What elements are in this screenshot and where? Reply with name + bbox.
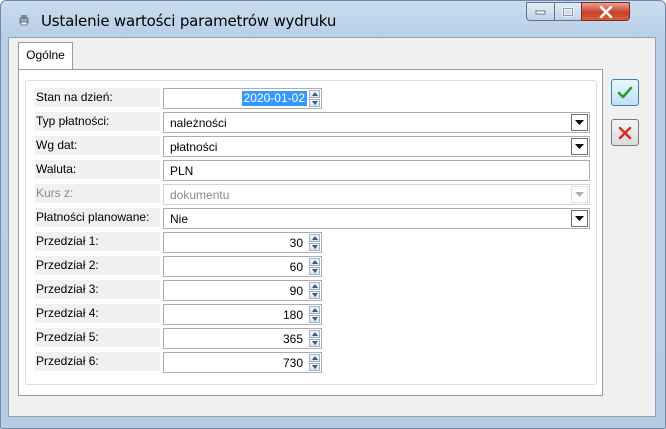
przedzial-3-value: 90 (289, 284, 303, 298)
typ-platnosci-select[interactable]: należności (163, 112, 590, 133)
przedzial-2-value: 60 (289, 260, 303, 274)
spin-down-icon[interactable] (309, 291, 320, 299)
chevron-down-icon (575, 144, 584, 149)
spin-up-icon[interactable] (309, 90, 320, 98)
spin-down-icon[interactable] (309, 315, 320, 323)
wg-dat-value: płatności (170, 140, 218, 154)
spin-down-icon[interactable] (309, 267, 320, 275)
wg-dat-dropdown-button[interactable] (571, 138, 588, 155)
przedzial-5-label: Przedział 5: (35, 328, 160, 347)
przedzial-1-spinner[interactable] (309, 234, 320, 251)
checkmark-icon (617, 86, 633, 98)
chevron-down-icon (575, 216, 584, 221)
stan-na-dzien-label: Stan na dzień: (35, 88, 160, 107)
przedzial-6-value: 730 (282, 356, 303, 370)
typ-platnosci-dropdown-button[interactable] (571, 114, 588, 131)
close-button[interactable] (581, 2, 630, 21)
platnosci-planowane-select[interactable]: Nie (163, 208, 590, 229)
przedzial-5-value: 365 (282, 332, 303, 346)
spin-up-icon[interactable] (309, 330, 320, 338)
waluta-label: Waluta: (35, 160, 160, 179)
platnosci-planowane-value: Nie (170, 212, 189, 226)
wg-dat-label: Wg dat: (35, 136, 160, 155)
spin-up-icon[interactable] (309, 282, 320, 290)
typ-platnosci-value: należności (170, 116, 227, 130)
wg-dat-select[interactable]: płatności (163, 136, 590, 157)
maximize-button[interactable] (554, 2, 582, 21)
x-icon (618, 126, 632, 139)
przedzial-2-label: Przedział 2: (35, 256, 160, 275)
przedzial-1-label: Przedział 1: (35, 232, 160, 251)
przedzial-4-label: Przedział 4: (35, 304, 160, 323)
przedzial-1-value: 30 (289, 236, 303, 250)
przedzial-6-field[interactable]: 730 (163, 352, 322, 373)
przedzial-6-spinner[interactable] (309, 354, 320, 371)
przedzial-4-spinner[interactable] (309, 306, 320, 323)
date-spinner[interactable] (309, 90, 320, 107)
spin-up-icon[interactable] (309, 234, 320, 242)
spin-down-icon[interactable] (309, 363, 320, 371)
przedzial-1-field[interactable]: 30 (163, 232, 322, 253)
title-bar[interactable]: Ustalenie wartości parametrów wydruku (1, 1, 665, 39)
waluta-field[interactable]: PLN (163, 160, 590, 181)
ok-button[interactable] (611, 79, 639, 106)
stan-na-dzien-value: 2020-01-02 (241, 91, 307, 106)
app-icon (19, 15, 29, 26)
przedzial-5-field[interactable]: 365 (163, 328, 322, 349)
spin-up-icon[interactable] (309, 258, 320, 266)
spin-up-icon[interactable] (309, 354, 320, 362)
spin-up-icon[interactable] (309, 306, 320, 314)
spin-down-icon[interactable] (309, 99, 320, 107)
kurs-z-select: dokumentu (163, 184, 590, 205)
kurs-z-label: Kurs z: (35, 184, 160, 203)
przedzial-5-spinner[interactable] (309, 330, 320, 347)
spin-down-icon[interactable] (309, 339, 320, 347)
przedzial-6-label: Przedział 6: (35, 352, 160, 371)
window-title: Ustalenie wartości parametrów wydruku (41, 12, 337, 30)
przedzial-2-spinner[interactable] (309, 258, 320, 275)
przedzial-4-field[interactable]: 180 (163, 304, 322, 325)
close-icon (599, 5, 612, 18)
chevron-down-icon (575, 120, 584, 125)
typ-platnosci-label: Typ płatności: (35, 112, 160, 131)
spin-down-icon[interactable] (309, 243, 320, 251)
kurs-z-dropdown-button (571, 186, 588, 203)
minimize-icon (535, 10, 545, 14)
minimize-button[interactable] (526, 2, 555, 21)
przedzial-3-label: Przedział 3: (35, 280, 160, 299)
platnosci-planowane-label: Płatności planowane: (35, 208, 160, 227)
przedzial-2-field[interactable]: 60 (163, 256, 322, 277)
chevron-down-icon (575, 192, 584, 197)
stan-na-dzien-field[interactable]: 2020-01-02 (163, 88, 322, 109)
cancel-button[interactable] (611, 119, 639, 146)
przedzial-3-spinner[interactable] (309, 282, 320, 299)
kurs-z-value: dokumentu (170, 188, 230, 202)
waluta-value: PLN (170, 164, 194, 178)
maximize-icon (562, 7, 574, 16)
przedzial-4-value: 180 (282, 308, 303, 322)
platnosci-planowane-dropdown-button[interactable] (571, 210, 588, 227)
tab-ogolne[interactable]: Ogólne (18, 42, 73, 69)
przedzial-3-field[interactable]: 90 (163, 280, 322, 301)
